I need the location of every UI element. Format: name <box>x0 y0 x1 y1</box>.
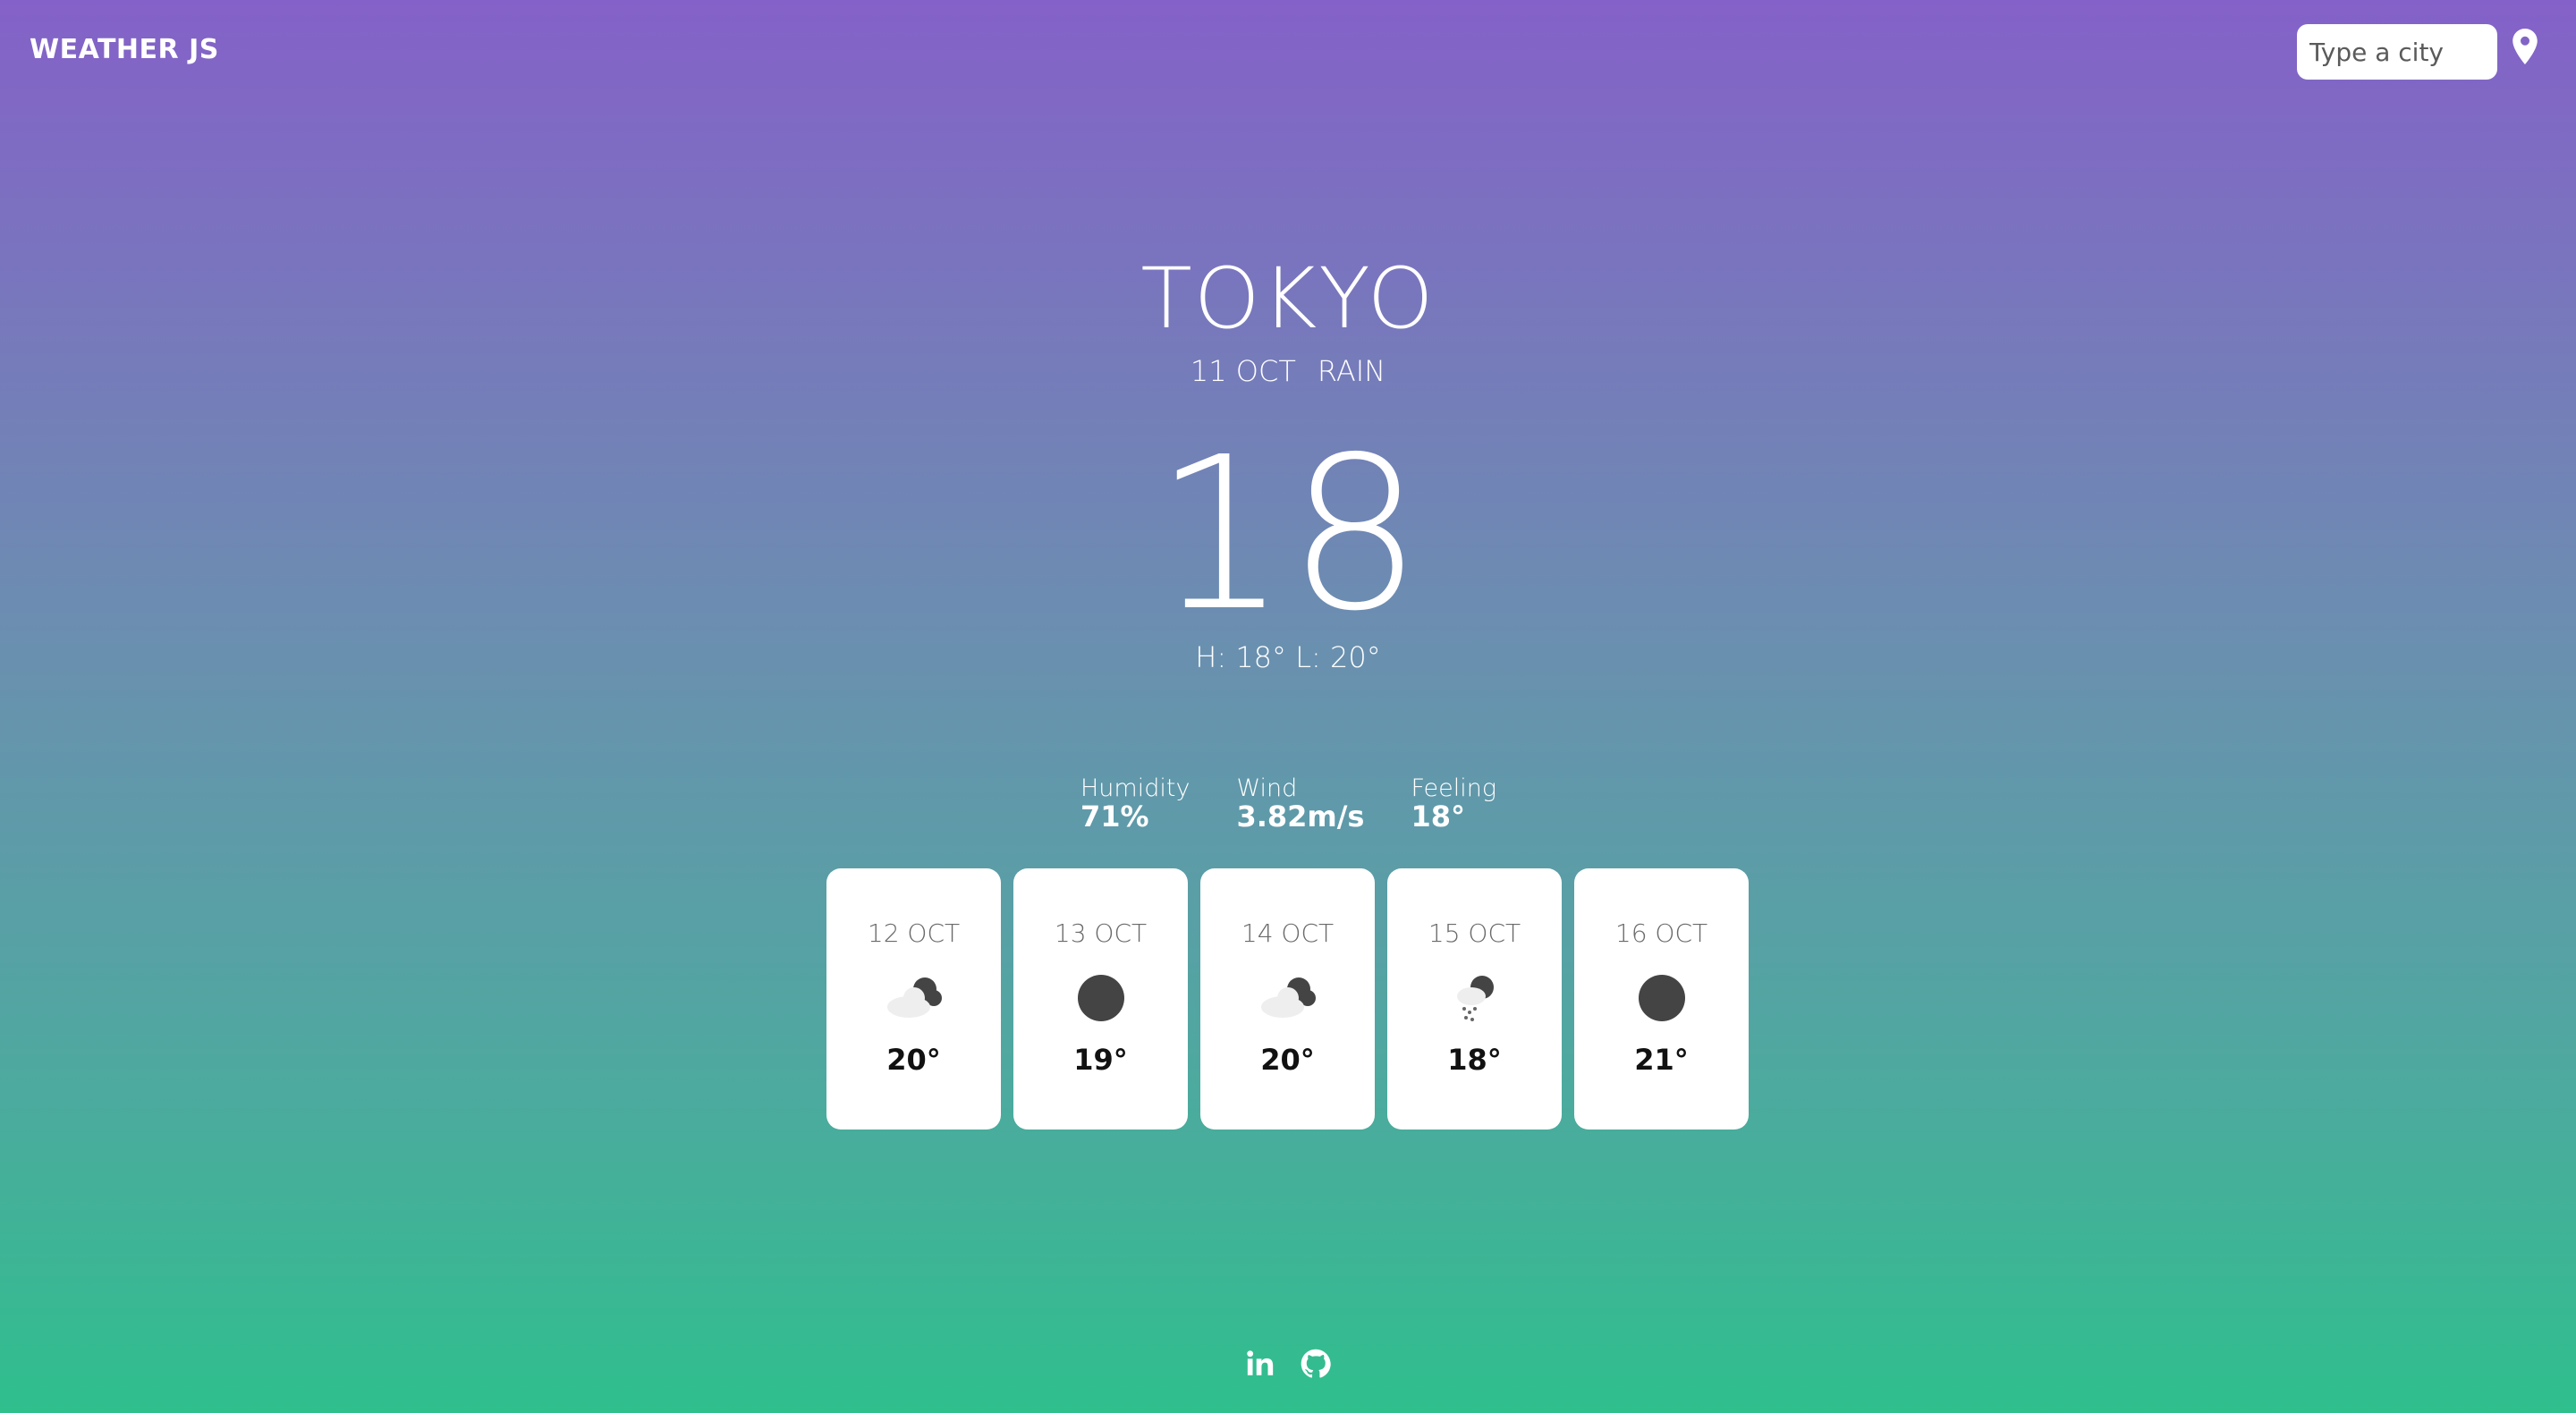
current-temperature: 18 <box>1153 411 1423 657</box>
current-date: 11 OCT <box>1190 354 1296 388</box>
cloud-moon-icon <box>1260 977 1316 1018</box>
location-pin-icon <box>2512 29 2538 64</box>
forecast-cards: 12 OCT 20° 13 OCT 19° 14 OCT 20° 15 OCT <box>826 868 1749 1130</box>
app-logo: WEATHER JS <box>30 34 219 65</box>
footer-links <box>0 1349 2576 1379</box>
stat-humidity: Humidity 71% <box>1080 774 1191 834</box>
forecast-card[interactable]: 16 OCT 21° <box>1574 868 1749 1130</box>
rain-moon-icon <box>1456 976 1494 1021</box>
forecast-temp: 19° <box>1073 1043 1128 1077</box>
linkedin-link[interactable] <box>1245 1349 1275 1379</box>
stat-value: 3.82m/s <box>1236 800 1365 834</box>
location-button[interactable] <box>2512 29 2538 64</box>
stat-feeling: Feeling 18° <box>1411 774 1497 834</box>
moon-icon <box>1077 975 1124 1021</box>
forecast-card[interactable]: 12 OCT 20° <box>826 868 1001 1130</box>
forecast-date: 12 OCT <box>867 918 961 948</box>
search-box <box>2297 24 2497 80</box>
stat-label: Feeling <box>1411 774 1497 802</box>
forecast-temp: 21° <box>1634 1043 1689 1077</box>
stat-value: 71% <box>1080 800 1149 834</box>
forecast-temp: 18° <box>1447 1043 1502 1077</box>
stat-label: Wind <box>1236 774 1298 802</box>
linkedin-icon <box>1247 1350 1274 1375</box>
forecast-card[interactable]: 15 OCT 18° <box>1387 868 1562 1130</box>
forecast-temp: 20° <box>1260 1043 1315 1077</box>
current-condition: RAIN <box>1317 354 1386 388</box>
city-name: TOKYO <box>1140 250 1436 348</box>
forecast-date: 14 OCT <box>1241 918 1335 948</box>
forecast-card[interactable]: 13 OCT 19° <box>1013 868 1188 1130</box>
github-link[interactable] <box>1301 1349 1331 1379</box>
moon-icon <box>1638 975 1685 1021</box>
github-icon <box>1301 1349 1331 1378</box>
forecast-temp: 20° <box>886 1043 941 1077</box>
weather-stats: Humidity 71% Wind 3.82m/s Feeling 18° <box>1080 774 1497 834</box>
cloud-moon-icon <box>886 977 942 1018</box>
stat-label: Humidity <box>1080 774 1191 802</box>
forecast-date: 13 OCT <box>1054 918 1148 948</box>
date-condition-line: 11 OCT RAIN <box>0 354 2576 388</box>
stat-value: 18° <box>1411 800 1465 834</box>
high-low-temperature: H: 18° L: 20° <box>1195 640 1381 674</box>
forecast-date: 16 OCT <box>1614 918 1708 948</box>
forecast-date: 15 OCT <box>1428 918 1521 948</box>
stat-wind: Wind 3.82m/s <box>1236 774 1365 834</box>
city-search-input[interactable] <box>2297 24 2497 80</box>
forecast-card[interactable]: 14 OCT 20° <box>1200 868 1375 1130</box>
